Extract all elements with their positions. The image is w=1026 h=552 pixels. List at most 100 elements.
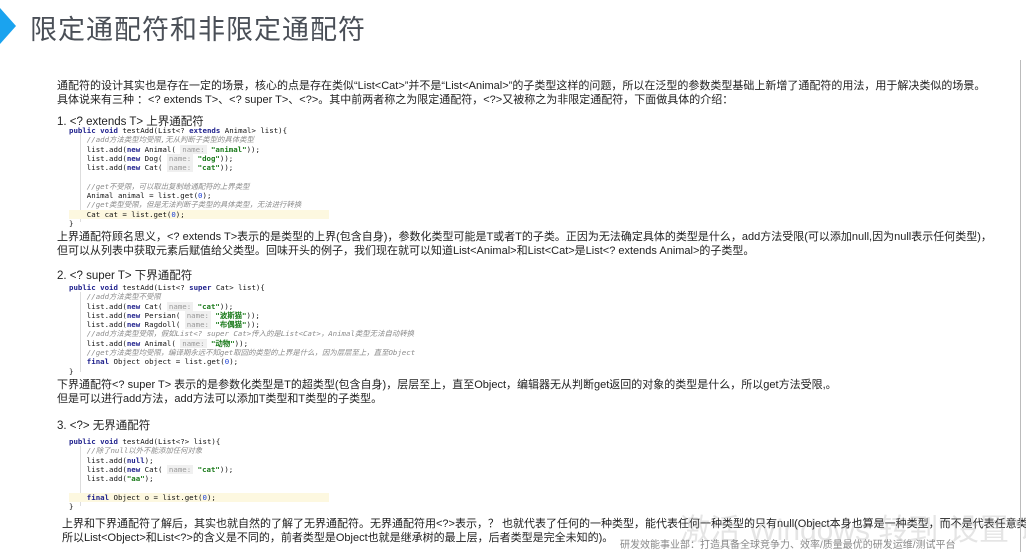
code-token: "cat" [193, 301, 220, 311]
code-token: name: [184, 320, 211, 330]
code-line: final Object o = list.get(0); [69, 492, 329, 503]
code-line: //get方法类型均受限，编译期永远不知get取回的类型的上界是什么，因为层层至… [69, 348, 415, 357]
code-token: } [69, 366, 74, 376]
code-token: name: [166, 464, 194, 474]
code-line: list.add(new Cat( name: "cat")); [69, 301, 415, 311]
code-token: name: [180, 338, 207, 348]
code-token: )); [246, 320, 260, 330]
code-token: } [69, 218, 74, 228]
code-line: //除了null以外不能添加任何对象 [69, 446, 329, 455]
code-line: Cat cat = list.get(0); [69, 209, 329, 219]
code-token: ); [144, 455, 154, 465]
code-line: //add方法类型不受限 [69, 292, 415, 301]
code-token: new [126, 464, 145, 474]
code-token: Cat( [144, 464, 167, 474]
code-block-super: public void testAdd(List<? super Cat> li… [69, 283, 415, 376]
code-token: //add方法类型受限，假如List<? super Cat>传入的是List<… [69, 329, 415, 339]
code-token: list.add( [69, 455, 127, 465]
code-token: Cat> list){ [215, 283, 265, 292]
code-token: "aa" [126, 474, 145, 484]
code-line: list.add("aa"); [69, 474, 329, 483]
code-line: //add方法类型均受限,无从判断子类型的具体类型 [69, 135, 329, 144]
code-token: //除了null以外不能添加任何对象 [69, 446, 203, 456]
code-token: //get方法类型均受限，编译期永远不知get取回的类型的上界是什么，因为层层至… [69, 348, 416, 358]
code-token: new [126, 320, 145, 330]
code-token: new [126, 144, 145, 154]
code-token: list.add( [69, 163, 127, 173]
code-token: //add方法类型均受限,无从判断子类型的具体类型 [69, 135, 254, 145]
footer-watermark: 研发效能事业部：打造具备全球竞争力、效率/质量最优的研发运维/测试平台 [620, 540, 956, 551]
code-line: } [69, 219, 329, 228]
code-token: //get类型受限，但是无法判断子类型的具体类型，无法进行转换 [69, 200, 302, 210]
code-token: ); [206, 492, 216, 502]
paragraph-line: 上界通配符顾名思义，<? extends T>表示的是类型的上界(包含自身)，参… [57, 231, 992, 243]
code-token: name: [166, 301, 194, 311]
code-token: } [69, 502, 74, 512]
code-token: "cat" [193, 163, 220, 173]
page-title: 限定通配符和非限定通配符 [30, 15, 366, 45]
code-line: list.add(new Persian( name: "波斯猫")); [69, 310, 415, 320]
code-token: )); [246, 144, 260, 154]
code-line: list.add(new Cat( name: "cat")); [69, 464, 329, 474]
title-accent-arrow-icon [0, 8, 16, 44]
section-paragraph-super: 下界通配符<? super T> 表示的是参数化类型是T的超类型(包含自身)，层… [57, 378, 837, 406]
intro-paragraph: 通配符的设计其实也是存在一定的场景，核心的点是存在类似“List<Cat>”并不… [57, 79, 985, 107]
code-token: name: [184, 310, 211, 320]
code-token: "波斯猫" [210, 310, 247, 320]
section-heading-super: 2. <? super T> 下界通配符 [57, 270, 193, 282]
code-token: Persian( [144, 310, 185, 320]
code-token: Object o = list.get( [113, 492, 203, 502]
code-token: Object object = list.get( [113, 357, 225, 367]
page-border [1020, 60, 1021, 552]
code-token: new [126, 338, 145, 348]
code-line: public void testAdd(List<?> list){ [69, 437, 329, 446]
code-line: Animal animal = list.get(0); [69, 191, 329, 200]
code-token: //add方法类型不受限 [69, 292, 161, 302]
paragraph-line: 但可以从列表中获取元素后赋值给父类型。回味开头的例子，我们现在就可以知道List… [57, 245, 755, 257]
code-token: )); [246, 310, 260, 320]
code-token: )); [219, 301, 234, 311]
code-token: list.add( [69, 144, 127, 154]
code-token: name: [180, 144, 207, 154]
paragraph-line: 下界通配符<? super T> 表示的是参数化类型是T的超类型(包含自身)，层… [57, 379, 837, 391]
code-token: ); [144, 474, 154, 484]
code-line: } [69, 367, 415, 376]
code-token: Animal animal = list.get( [69, 191, 199, 201]
code-token: "cat" [193, 464, 220, 474]
code-token: new [126, 163, 145, 173]
code-token: super [189, 283, 216, 292]
code-token: new [126, 153, 145, 163]
code-line: list.add(new Animal( name: "动物")); [69, 338, 415, 348]
code-token: "dog" [193, 153, 220, 163]
code-line: //get类型受限，但是无法判断子类型的具体类型，无法进行转换 [69, 200, 329, 209]
code-token: ); [202, 191, 212, 201]
code-token: list.add( [69, 301, 127, 311]
section-paragraph-extends: 上界通配符顾名思义，<? extends T>表示的是类型的上界(包含自身)，参… [57, 230, 992, 258]
code-line: list.add(new Cat( name: "cat")); [69, 163, 329, 173]
code-token: ); [229, 357, 239, 367]
code-token: "布偶猫" [210, 320, 247, 330]
code-token: null [126, 455, 145, 465]
paragraph-line: 但是可以进行add方法，add方法可以添加T类型和T类型的子类型。 [57, 393, 383, 405]
code-token: list.add( [69, 474, 127, 484]
intro-line: 通配符的设计其实也是存在一定的场景，核心的点是存在类似“List<Cat>”并不… [57, 80, 986, 92]
code-line: } [69, 502, 329, 511]
code-line: list.add(new Dog( name: "dog")); [69, 153, 329, 163]
code-token: Ragdoll( [144, 320, 185, 330]
code-token: Cat( [144, 163, 167, 173]
code-token: list.add( [69, 320, 127, 330]
code-token: ); [175, 209, 185, 219]
code-token: final [69, 357, 114, 367]
code-token: testAdd(List<?> list){ [122, 437, 221, 446]
code-line: list.add(null); [69, 456, 329, 465]
code-token: new [126, 301, 145, 311]
code-token: list.add( [69, 464, 127, 474]
code-token: "animal" [206, 144, 247, 154]
code-token: list.add( [69, 338, 127, 348]
code-token: public void [69, 283, 123, 292]
code-token: final [69, 492, 114, 502]
code-token: Animal( [144, 338, 181, 348]
code-token: "动物" [206, 338, 235, 348]
